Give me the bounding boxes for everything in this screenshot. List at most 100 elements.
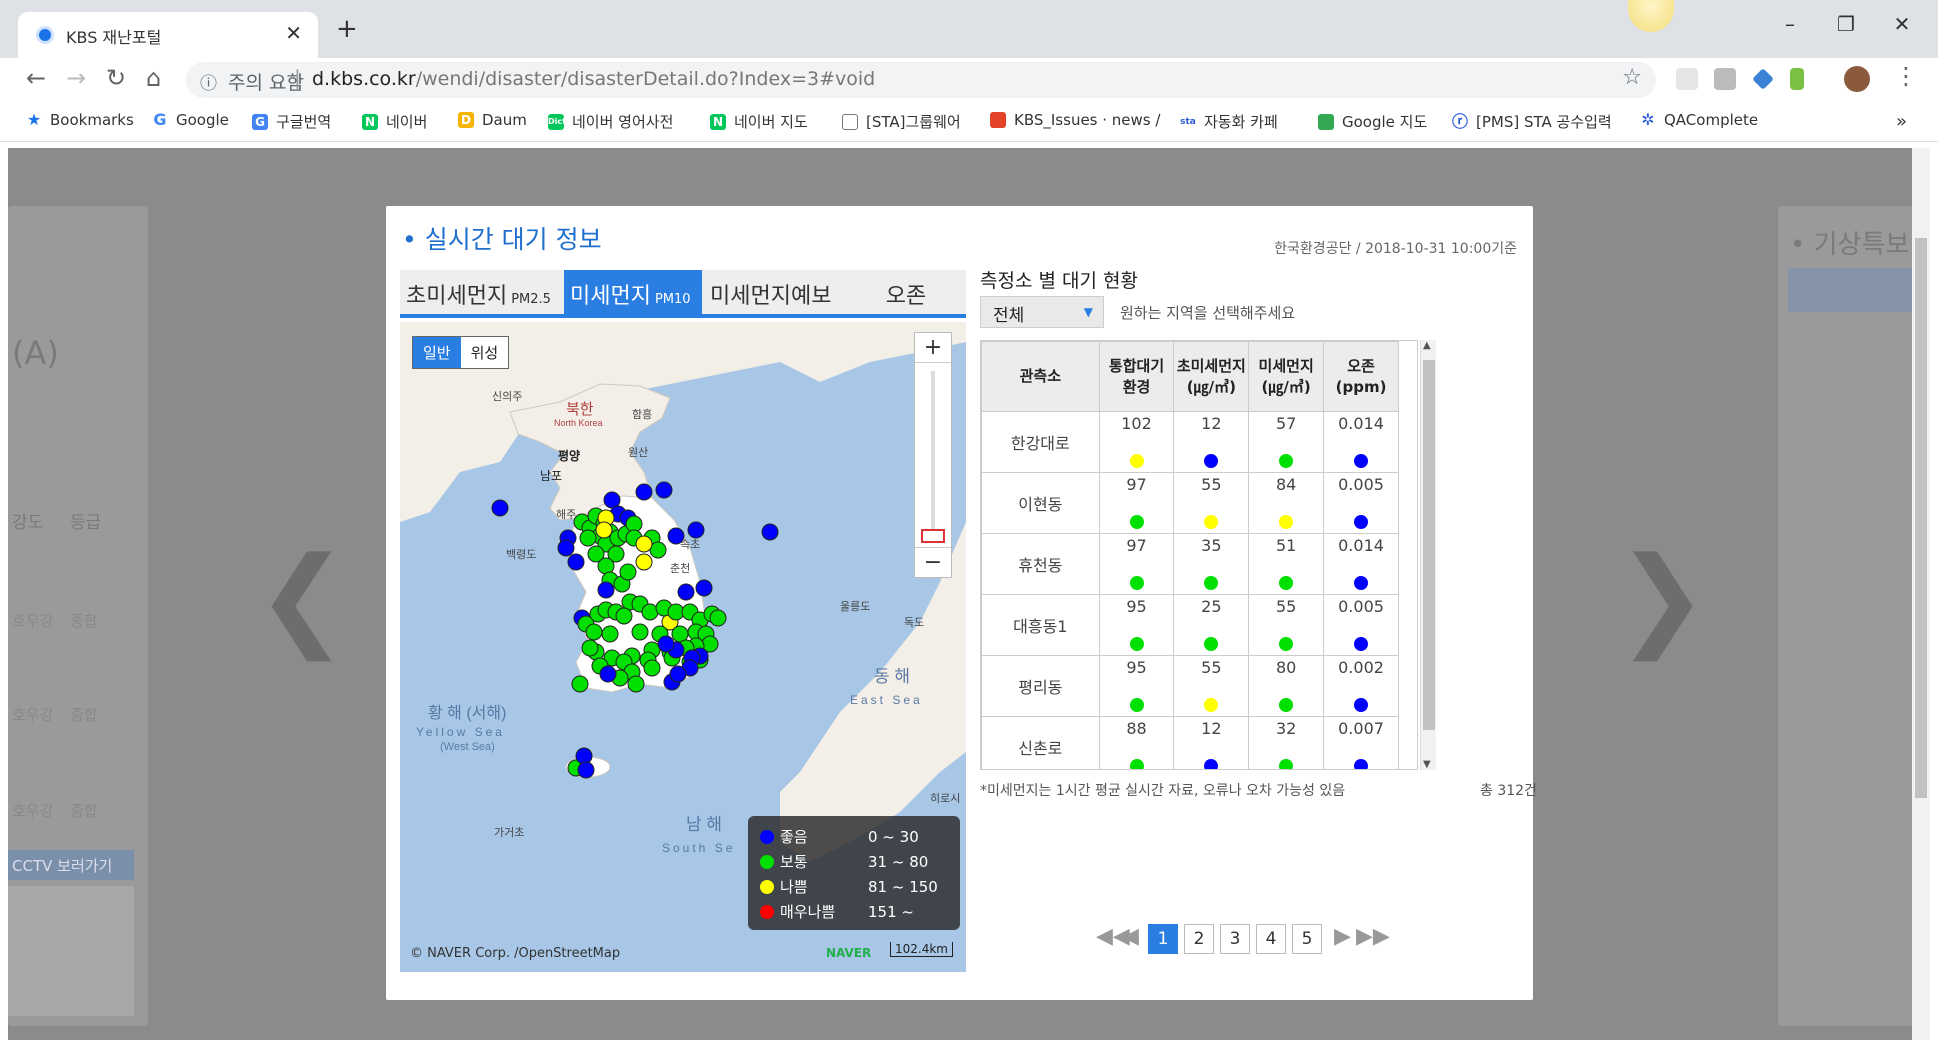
zoom-track[interactable] bbox=[931, 371, 935, 541]
bookmark-star-icon[interactable]: ☆ bbox=[1622, 65, 1642, 90]
forward-button[interactable]: → bbox=[66, 64, 86, 92]
station-marker[interactable] bbox=[657, 635, 675, 653]
prev-page-icon[interactable]: ◀ bbox=[1122, 924, 1139, 949]
station-marker[interactable] bbox=[601, 625, 619, 643]
prev-arrow-icon[interactable]: ❮ bbox=[256, 533, 348, 661]
station-marker[interactable] bbox=[635, 535, 653, 553]
station-marker[interactable] bbox=[585, 623, 603, 641]
extension-green-icon[interactable] bbox=[1790, 68, 1804, 90]
bookmark-item[interactable]: [STA]그룹웨어 bbox=[842, 111, 961, 132]
table-row[interactable]: 대흥동1 95 25 55 0.005 bbox=[981, 594, 1399, 656]
page-button[interactable]: 3 bbox=[1220, 924, 1250, 954]
station-marker[interactable] bbox=[643, 659, 661, 677]
station-marker[interactable] bbox=[581, 639, 599, 657]
scroll-down-icon[interactable]: ▼ bbox=[1423, 759, 1431, 770]
page-button[interactable]: 2 bbox=[1184, 924, 1214, 954]
station-marker[interactable] bbox=[579, 529, 597, 547]
bookmark-item[interactable]: G Google bbox=[152, 111, 228, 129]
station-marker[interactable] bbox=[631, 623, 649, 641]
station-marker[interactable] bbox=[627, 675, 645, 693]
maximize-button[interactable]: ❐ bbox=[1826, 12, 1866, 36]
zoom-in-button[interactable]: + bbox=[915, 333, 951, 363]
table-row[interactable]: 신촌로 88 12 32 0.007 bbox=[981, 716, 1399, 769]
info-icon[interactable]: ⓘ bbox=[200, 69, 217, 94]
map-satellite-button[interactable]: 위성 bbox=[461, 337, 509, 368]
zoom-out-button[interactable]: − bbox=[915, 547, 951, 577]
minimize-button[interactable]: – bbox=[1770, 12, 1810, 36]
home-button[interactable]: ⌂ bbox=[146, 64, 161, 92]
bookmark-item[interactable]: Google 지도 bbox=[1318, 111, 1427, 132]
page-scrollbar[interactable] bbox=[1912, 148, 1930, 1040]
station-marker[interactable] bbox=[571, 675, 589, 693]
region-select[interactable]: 전체 ▼ bbox=[980, 296, 1104, 328]
bookmarks-overflow-icon[interactable]: » bbox=[1896, 111, 1907, 132]
table-scrollbar-thumb[interactable] bbox=[1423, 360, 1435, 730]
extension-cast-icon[interactable] bbox=[1676, 68, 1698, 90]
url-text[interactable]: d.kbs.co.kr/wendi/disaster/disasterDetai… bbox=[312, 68, 875, 90]
next-arrow-icon[interactable]: ❯ bbox=[1616, 533, 1708, 661]
page-button[interactable]: 5 bbox=[1292, 924, 1322, 954]
bookmark-item[interactable]: G 구글번역 bbox=[252, 111, 331, 132]
table-row[interactable]: 이현동 97 55 84 0.005 bbox=[981, 472, 1399, 534]
station-marker[interactable] bbox=[687, 521, 705, 539]
station-marker[interactable] bbox=[641, 603, 659, 621]
station-marker[interactable] bbox=[595, 521, 613, 539]
tab-ozone[interactable]: 오존 bbox=[846, 270, 966, 314]
table-row[interactable]: 한강대로 102 12 57 0.014 bbox=[981, 411, 1399, 473]
reload-button[interactable]: ↻ bbox=[106, 64, 126, 92]
profile-avatar[interactable] bbox=[1844, 66, 1870, 92]
station-marker[interactable] bbox=[491, 499, 509, 517]
station-marker[interactable] bbox=[599, 665, 617, 683]
station-marker[interactable] bbox=[635, 483, 653, 501]
station-marker[interactable] bbox=[557, 539, 575, 557]
station-marker[interactable] bbox=[577, 761, 595, 779]
zoom-handle[interactable] bbox=[921, 529, 945, 543]
station-marker[interactable] bbox=[597, 557, 615, 575]
station-marker[interactable] bbox=[695, 579, 713, 597]
bookmark-item[interactable]: D Daum bbox=[458, 111, 527, 129]
station-marker[interactable] bbox=[597, 581, 615, 599]
close-window-button[interactable]: ✕ bbox=[1882, 12, 1922, 36]
extension-ex-icon[interactable] bbox=[1714, 68, 1736, 90]
station-marker[interactable] bbox=[655, 481, 673, 499]
bookmark-item[interactable]: ⓡ [PMS] STA 공수입력 bbox=[1452, 111, 1612, 132]
address-bar[interactable]: ⓘ 주의 요함 | d.kbs.co.kr/wendi/disaster/dis… bbox=[186, 62, 1656, 98]
bookmark-item[interactable]: Dict 네이버 영어사전 bbox=[548, 111, 673, 132]
new-tab-button[interactable]: + bbox=[336, 14, 358, 44]
page-button[interactable]: 4 bbox=[1256, 924, 1286, 954]
map-normal-button[interactable]: 일반 bbox=[413, 337, 461, 368]
next-page-icon[interactable]: ▶ bbox=[1334, 924, 1351, 949]
bookmark-item[interactable]: N 네이버 bbox=[362, 111, 427, 132]
extension-diamond-icon[interactable] bbox=[1752, 68, 1774, 90]
air-quality-map[interactable]: 신의주 북한 North Korea 함흥 평양 원산 남포 해주 속초 백령도… bbox=[400, 322, 966, 972]
menu-kebab-icon[interactable]: ⋮ bbox=[1894, 62, 1918, 90]
tab-forecast[interactable]: 미세먼지예보 bbox=[704, 270, 844, 314]
table-row[interactable]: 휴천동 97 35 51 0.014 bbox=[981, 533, 1399, 595]
tab-pm10[interactable]: 미세먼지 PM10 bbox=[564, 270, 702, 314]
page-button[interactable]: 1 bbox=[1148, 924, 1178, 954]
browser-tab[interactable]: KBS 재난포털 ✕ bbox=[18, 12, 318, 58]
table-row[interactable]: 평리동 95 55 80 0.002 bbox=[981, 655, 1399, 717]
back-button[interactable]: ← bbox=[26, 64, 46, 92]
bookmark-item[interactable]: KBS_Issues · news / bbox=[990, 111, 1160, 129]
station-marker[interactable] bbox=[575, 747, 593, 765]
bookmark-item[interactable]: sta 자동화 카페 bbox=[1180, 111, 1278, 132]
station-marker[interactable] bbox=[567, 553, 585, 571]
bookmark-item[interactable]: ★ Bookmarks bbox=[26, 111, 134, 129]
station-marker[interactable] bbox=[669, 665, 687, 683]
station-marker[interactable] bbox=[615, 607, 633, 625]
tab-pm25[interactable]: 초미세먼지 PM2.5 bbox=[400, 270, 562, 314]
station-marker[interactable] bbox=[677, 583, 695, 601]
station-marker[interactable] bbox=[635, 553, 653, 571]
bookmark-item[interactable]: ✲ QAComplete bbox=[1640, 111, 1758, 129]
close-tab-icon[interactable]: ✕ bbox=[285, 21, 302, 45]
station-marker[interactable] bbox=[761, 523, 779, 541]
scroll-up-icon[interactable]: ▲ bbox=[1423, 340, 1431, 351]
station-markers[interactable] bbox=[491, 481, 779, 779]
page-scrollbar-thumb[interactable] bbox=[1915, 238, 1927, 798]
table-scrollbar[interactable]: ▲ ▼ bbox=[1420, 340, 1436, 770]
last-page-icon[interactable]: ▶▶ bbox=[1356, 924, 1390, 949]
station-marker[interactable] bbox=[709, 609, 727, 627]
station-marker[interactable] bbox=[619, 563, 637, 581]
bookmark-item[interactable]: N 네이버 지도 bbox=[710, 111, 808, 132]
